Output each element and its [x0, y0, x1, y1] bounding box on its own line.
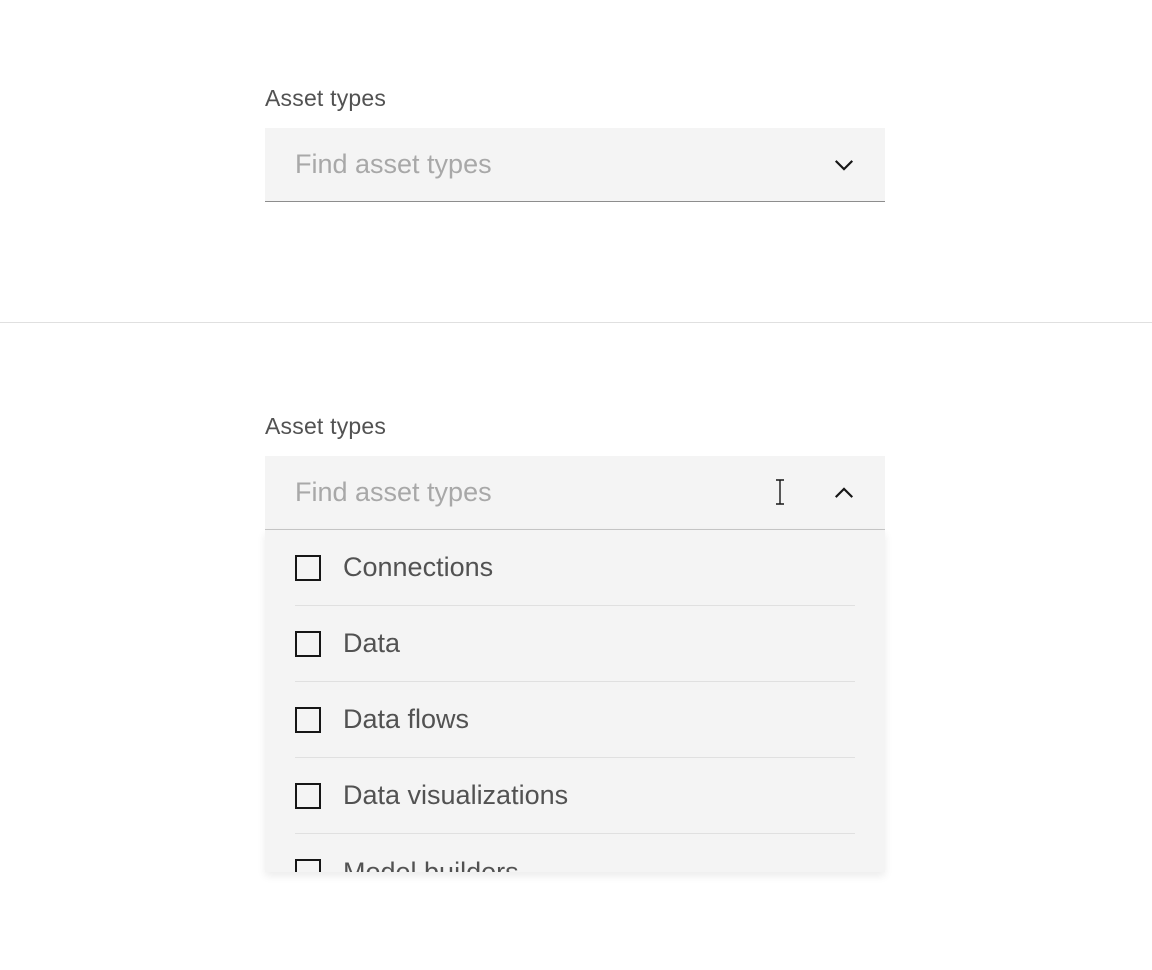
- asset-types-open-section: Asset types Connections Data: [265, 413, 885, 872]
- chevron-up-icon[interactable]: [833, 482, 855, 504]
- checkbox-icon[interactable]: [295, 783, 321, 809]
- option-model-builders[interactable]: Model builders: [295, 834, 855, 872]
- asset-types-input-open[interactable]: [295, 477, 833, 508]
- checkbox-icon[interactable]: [295, 707, 321, 733]
- option-label: Data: [343, 628, 400, 659]
- checkbox-icon[interactable]: [295, 859, 321, 872]
- option-connections[interactable]: Connections: [295, 530, 855, 606]
- option-label: Model builders: [343, 857, 519, 873]
- asset-types-dropdown: Connections Data Data flows Data visuali…: [265, 530, 885, 872]
- chevron-down-icon[interactable]: [833, 154, 855, 176]
- asset-types-closed-section: Asset types: [265, 85, 885, 202]
- asset-types-label: Asset types: [265, 413, 885, 440]
- option-data-flows[interactable]: Data flows: [295, 682, 855, 758]
- checkbox-icon[interactable]: [295, 555, 321, 581]
- option-data-visualizations[interactable]: Data visualizations: [295, 758, 855, 834]
- option-data[interactable]: Data: [295, 606, 855, 682]
- option-label: Connections: [343, 552, 493, 583]
- checkbox-icon[interactable]: [295, 631, 321, 657]
- asset-types-label: Asset types: [265, 85, 885, 112]
- asset-types-input-closed[interactable]: [295, 149, 833, 180]
- section-divider: [0, 322, 1152, 323]
- option-label: Data flows: [343, 704, 469, 735]
- option-label: Data visualizations: [343, 780, 568, 811]
- asset-types-combobox-open[interactable]: [265, 456, 885, 530]
- asset-types-combobox-closed[interactable]: [265, 128, 885, 202]
